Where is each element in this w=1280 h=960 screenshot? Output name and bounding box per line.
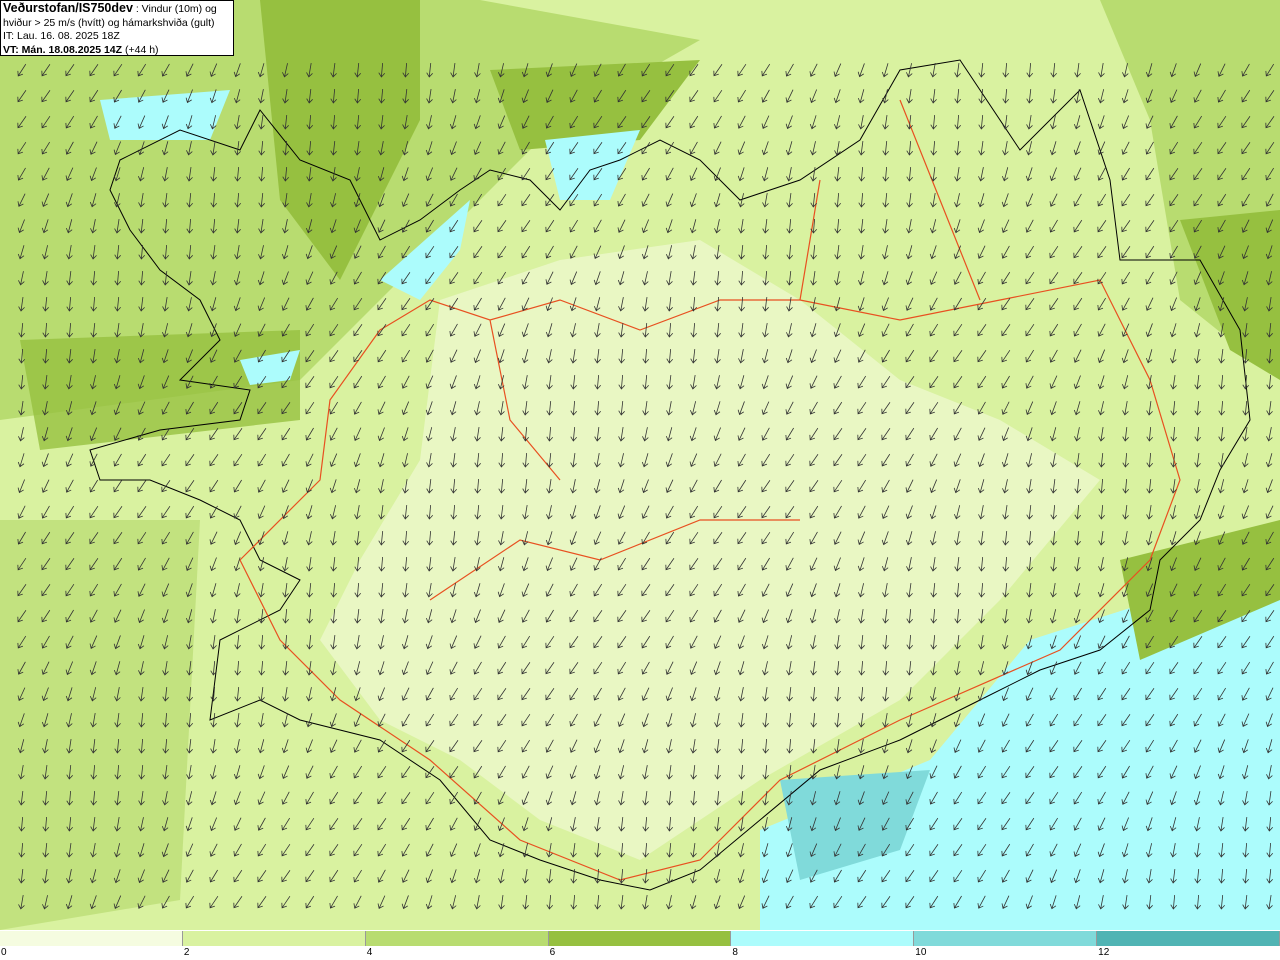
legend-tick-label: 8 (732, 947, 738, 958)
legend-bin (0, 931, 183, 946)
title-box: Veðurstofan/IS750dev : Vindur (10m) og h… (0, 0, 234, 56)
legend-tick-label: 12 (1098, 947, 1110, 958)
legend-tick-label: 0 (1, 947, 7, 958)
legend-tick-label: 2 (183, 947, 190, 958)
legend-tick-label: 6 (549, 947, 556, 958)
legend-bin (365, 931, 549, 946)
legend-tick-label: 4 (366, 947, 373, 958)
legend-bin (914, 931, 1098, 946)
lead-time: (+44 h) (122, 43, 159, 56)
wind-map (0, 0, 1280, 930)
legend-bin (731, 931, 915, 946)
initial-time: IT: Lau. 16. 08. 2025 18Z (3, 30, 120, 42)
color-legend: 0 2 4 6 8 10 12 (0, 930, 1280, 960)
legend-bin (1097, 931, 1280, 946)
valid-time: VT: Mán. 18.08.2025 14Z (3, 43, 123, 56)
legend-bin (182, 931, 366, 946)
model-source: Veðurstofan/IS750dev (3, 1, 133, 15)
legend-tick-label: 10 (915, 947, 927, 958)
legend-bin (548, 931, 732, 946)
